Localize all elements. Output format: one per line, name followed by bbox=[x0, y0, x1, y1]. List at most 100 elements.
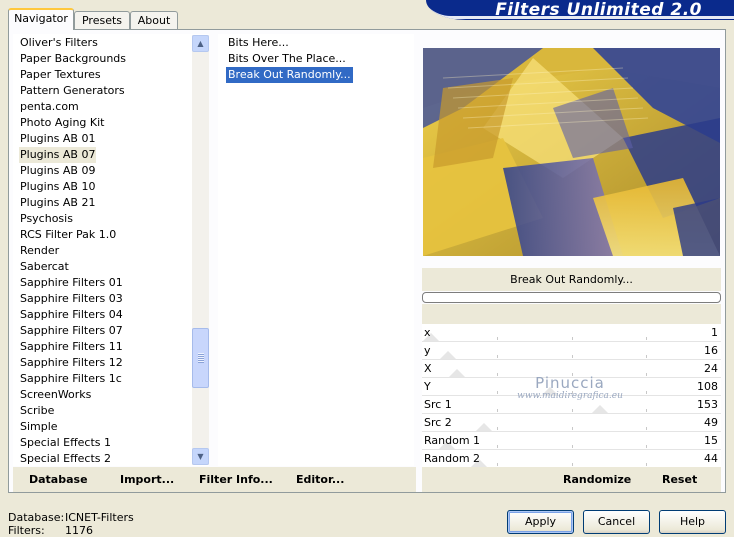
category-item[interactable]: Scribe bbox=[19, 403, 55, 419]
category-item[interactable]: Sabercat bbox=[19, 259, 70, 275]
filter-item[interactable]: Bits Here... bbox=[226, 35, 291, 51]
cancel-button[interactable]: Cancel bbox=[583, 510, 650, 534]
category-list[interactable]: Oliver's Filters Paper Backgrounds Paper T… bbox=[13, 34, 209, 466]
category-item[interactable]: RCS Filter Pak 1.0 bbox=[19, 227, 117, 243]
scroll-thumb[interactable] bbox=[192, 328, 209, 388]
slider-track[interactable] bbox=[422, 360, 721, 378]
import-button[interactable]: Import... bbox=[120, 467, 174, 492]
param-value: 44 bbox=[704, 452, 718, 465]
navigator-toolbar: Database Import... Filter Info... Editor… bbox=[13, 467, 416, 492]
scroll-up-icon[interactable]: ▲ bbox=[192, 35, 209, 52]
param-slider[interactable]: Y 108 bbox=[422, 378, 721, 396]
slider-tick bbox=[646, 355, 647, 358]
scroll-down-icon[interactable]: ▼ bbox=[192, 448, 209, 465]
category-item[interactable]: Pattern Generators bbox=[19, 83, 126, 99]
param-label: Random 1 bbox=[424, 434, 481, 447]
slider-tick bbox=[497, 427, 498, 430]
slider-tick bbox=[646, 373, 647, 376]
param-value: 24 bbox=[704, 362, 718, 375]
slider-track[interactable] bbox=[422, 342, 721, 360]
database-button[interactable]: Database bbox=[29, 467, 88, 492]
param-slider[interactable]: x1 bbox=[422, 324, 721, 342]
editor-button[interactable]: Editor... bbox=[296, 467, 344, 492]
category-item[interactable]: Paper Backgrounds bbox=[19, 51, 127, 67]
slider-tick bbox=[497, 445, 498, 448]
category-item[interactable]: Sapphire Filters 01 bbox=[19, 275, 124, 291]
category-item[interactable]: Sapphire Filters 03 bbox=[19, 291, 124, 307]
title-banner: Filters Unlimited 2.0 bbox=[426, 0, 734, 20]
category-item[interactable]: Plugins AB 07 bbox=[19, 147, 97, 163]
slider-tick bbox=[572, 427, 573, 430]
category-item[interactable]: Plugins AB 01 bbox=[19, 131, 96, 147]
slider-track[interactable] bbox=[422, 378, 721, 396]
category-item[interactable]: Simple bbox=[19, 419, 59, 435]
slider-tick bbox=[572, 391, 573, 394]
filters-count: 1176 bbox=[65, 524, 93, 537]
slider-tick bbox=[497, 409, 498, 412]
category-item[interactable]: Sapphire Filters 07 bbox=[19, 323, 124, 339]
slider-thumb[interactable] bbox=[476, 423, 492, 431]
filter-list[interactable]: Bits Here... Bits Over The Place... Break … bbox=[218, 34, 414, 466]
slider-track[interactable] bbox=[422, 414, 721, 432]
category-item[interactable]: Special Effects 1 bbox=[19, 435, 112, 451]
slider-tick bbox=[646, 427, 647, 430]
param-slider[interactable]: X 24 bbox=[422, 360, 721, 378]
slider-tick bbox=[572, 445, 573, 448]
category-item[interactable]: Special Effects 2 bbox=[19, 451, 112, 466]
category-item[interactable]: Psychosis bbox=[19, 211, 74, 227]
slider-tick bbox=[497, 463, 498, 466]
app-title: Filters Unlimited 2.0 bbox=[495, 0, 702, 20]
category-item[interactable]: Plugins AB 21 bbox=[19, 195, 96, 211]
param-slider[interactable]: Random 2 44 bbox=[422, 450, 721, 468]
category-item[interactable]: Photo Aging Kit bbox=[19, 115, 105, 131]
slider-thumb[interactable] bbox=[592, 405, 608, 413]
slider-thumb[interactable] bbox=[449, 369, 465, 377]
tab-navigator[interactable]: Navigator bbox=[8, 8, 74, 30]
slider-tick bbox=[572, 463, 573, 466]
help-button[interactable]: Help bbox=[659, 510, 726, 534]
category-item[interactable]: Plugins AB 09 bbox=[19, 163, 96, 179]
tab-about[interactable]: About bbox=[130, 11, 178, 30]
category-item[interactable]: Render bbox=[19, 243, 60, 259]
category-item[interactable]: Sapphire Filters 1c bbox=[19, 371, 123, 387]
param-slider[interactable]: Src 1 153 bbox=[422, 396, 721, 414]
param-label: Y bbox=[424, 380, 431, 393]
slider-thumb[interactable] bbox=[440, 351, 456, 359]
category-item[interactable]: Sapphire Filters 11 bbox=[19, 339, 124, 355]
filter-item[interactable]: Break Out Randomly... bbox=[226, 67, 353, 83]
param-value: 49 bbox=[704, 416, 718, 429]
preview-image bbox=[423, 48, 720, 256]
randomize-button[interactable]: Randomize bbox=[563, 467, 631, 492]
slider-tick bbox=[572, 337, 573, 340]
slider-tick bbox=[646, 409, 647, 412]
grip-icon bbox=[198, 353, 204, 363]
param-label: Src 2 bbox=[424, 416, 452, 429]
slider-track[interactable] bbox=[422, 396, 721, 414]
param-value: 15 bbox=[704, 434, 718, 447]
category-item[interactable]: Oliver's Filters bbox=[19, 35, 99, 51]
reset-button[interactable]: Reset bbox=[662, 467, 697, 492]
slider-track[interactable] bbox=[422, 324, 721, 342]
param-label: y bbox=[424, 344, 431, 357]
slider-thumb[interactable] bbox=[542, 387, 558, 395]
param-slider[interactable]: Random 1 15 bbox=[422, 432, 721, 450]
tab-presets[interactable]: Presets bbox=[74, 11, 130, 30]
preview-graphic bbox=[423, 48, 720, 256]
category-item[interactable]: Plugins AB 10 bbox=[19, 179, 96, 195]
filter-info-button[interactable]: Filter Info... bbox=[199, 467, 273, 492]
filter-item[interactable]: Bits Over The Place... bbox=[226, 51, 348, 67]
category-item[interactable]: Paper Textures bbox=[19, 67, 102, 83]
database-value: ICNET-Filters bbox=[65, 511, 134, 524]
category-scrollbar[interactable]: ▲ ▼ bbox=[192, 35, 209, 465]
param-slider[interactable]: Src 2 49 bbox=[422, 414, 721, 432]
slider-tick bbox=[572, 373, 573, 376]
category-item[interactable]: Sapphire Filters 04 bbox=[19, 307, 124, 323]
apply-button[interactable]: Apply bbox=[507, 510, 574, 534]
database-label: Database: bbox=[8, 511, 65, 524]
param-slider[interactable]: y 16 bbox=[422, 342, 721, 360]
category-item[interactable]: Sapphire Filters 12 bbox=[19, 355, 124, 371]
category-item[interactable]: ScreenWorks bbox=[19, 387, 92, 403]
slider-tick bbox=[646, 337, 647, 340]
category-item[interactable]: penta.com bbox=[19, 99, 80, 115]
param-label: x bbox=[424, 326, 431, 339]
